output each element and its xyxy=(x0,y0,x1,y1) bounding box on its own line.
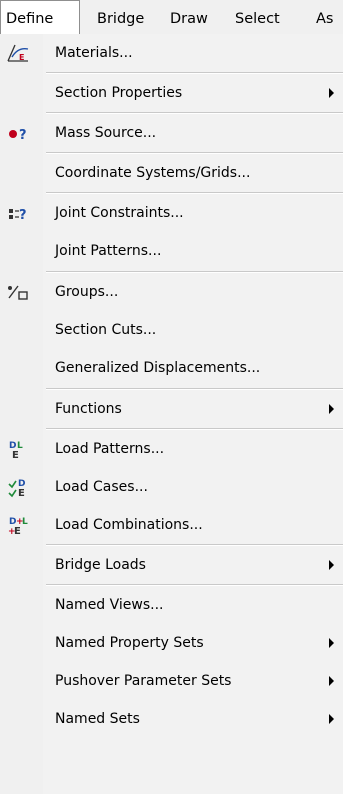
svg-text:E: E xyxy=(14,526,21,537)
svg-text:E: E xyxy=(18,488,25,499)
menu-item-mass-source[interactable]: ? Mass Source... xyxy=(0,114,343,152)
menu-item-generalized-displacements[interactable]: Generalized Displacements... xyxy=(0,349,343,387)
menu-item-materials[interactable]: E Materials... xyxy=(0,34,343,72)
menu-item-label: Pushover Parameter Sets xyxy=(55,673,232,689)
svg-text:E: E xyxy=(12,450,19,461)
mass-source-icon: ? xyxy=(9,128,27,143)
submenu-arrow-icon xyxy=(329,714,334,724)
menu-item-label: Materials... xyxy=(55,45,133,61)
submenu-arrow-icon xyxy=(329,676,334,686)
submenu-arrow-icon xyxy=(329,88,334,98)
menu-item-section-cuts[interactable]: Section Cuts... xyxy=(0,311,343,349)
menu-bar: Define Bridge Draw Select As xyxy=(0,0,343,35)
menu-item-load-patterns[interactable]: D L E Load Patterns... xyxy=(0,430,343,468)
menu-bridge[interactable]: Bridge xyxy=(97,8,144,30)
menu-item-label: Bridge Loads xyxy=(55,557,146,573)
svg-text:?: ? xyxy=(19,128,27,143)
menu-item-label: Section Properties xyxy=(55,85,183,101)
submenu-arrow-icon xyxy=(329,404,334,414)
menu-item-named-property-sets[interactable]: Named Property Sets xyxy=(0,624,343,662)
menu-item-label: Generalized Displacements... xyxy=(55,360,261,376)
load-combinations-icon: D + L + E xyxy=(8,517,28,537)
menu-item-label: Named Views... xyxy=(55,597,164,613)
menu-item-label: Named Sets xyxy=(55,711,140,727)
menu-item-functions[interactable]: Functions xyxy=(0,390,343,428)
menu-item-label: Joint Constraints... xyxy=(55,205,184,221)
menu-item-label: Load Combinations... xyxy=(55,517,203,533)
menu-item-label: Load Patterns... xyxy=(55,441,165,457)
menu-item-load-cases[interactable]: D E Load Cases... xyxy=(0,468,343,506)
menu-item-coordinate-systems[interactable]: Coordinate Systems/Grids... xyxy=(0,154,343,192)
submenu-arrow-icon xyxy=(329,560,334,570)
menu-item-named-views[interactable]: Named Views... xyxy=(0,586,343,624)
menu-item-label: Mass Source... xyxy=(55,125,157,141)
svg-text:L: L xyxy=(22,517,28,527)
menu-draw[interactable]: Draw xyxy=(170,8,208,30)
menu-item-load-combinations[interactable]: D + L + E Load Combinations... xyxy=(0,506,343,544)
menu-item-groups[interactable]: Groups... xyxy=(0,273,343,311)
menu-item-section-properties[interactable]: Section Properties xyxy=(0,74,343,112)
menu-item-named-sets[interactable]: Named Sets xyxy=(0,700,343,738)
menu-item-label: Groups... xyxy=(55,284,119,300)
menu-item-joint-constraints[interactable]: ? Joint Constraints... xyxy=(0,194,343,232)
svg-text:E: E xyxy=(19,53,24,62)
load-cases-icon: D E xyxy=(8,479,25,499)
materials-icon: E xyxy=(7,44,29,62)
menu-assign[interactable]: As xyxy=(316,8,333,30)
joint-constraints-icon: ? xyxy=(9,208,27,223)
menu-item-label: Joint Patterns... xyxy=(55,243,162,259)
menu-item-bridge-loads[interactable]: Bridge Loads xyxy=(0,546,343,584)
menu-item-label: Load Cases... xyxy=(55,479,148,495)
menu-item-label: Named Property Sets xyxy=(55,635,204,651)
menu-item-joint-patterns[interactable]: Joint Patterns... xyxy=(0,232,343,270)
menu-select[interactable]: Select xyxy=(235,8,280,30)
load-patterns-icon: D L E xyxy=(9,441,23,461)
svg-text:?: ? xyxy=(19,208,27,223)
groups-icon xyxy=(8,285,28,300)
menu-item-label: Coordinate Systems/Grids... xyxy=(55,165,251,181)
define-dropdown-menu: E Materials... Section Properties ? Mass… xyxy=(0,34,343,794)
menu-item-pushover-parameter-sets[interactable]: Pushover Parameter Sets xyxy=(0,662,343,700)
menu-item-label: Section Cuts... xyxy=(55,322,157,338)
menu-define[interactable]: Define xyxy=(6,8,53,30)
submenu-arrow-icon xyxy=(329,638,334,648)
menu-item-label: Functions xyxy=(55,401,122,417)
